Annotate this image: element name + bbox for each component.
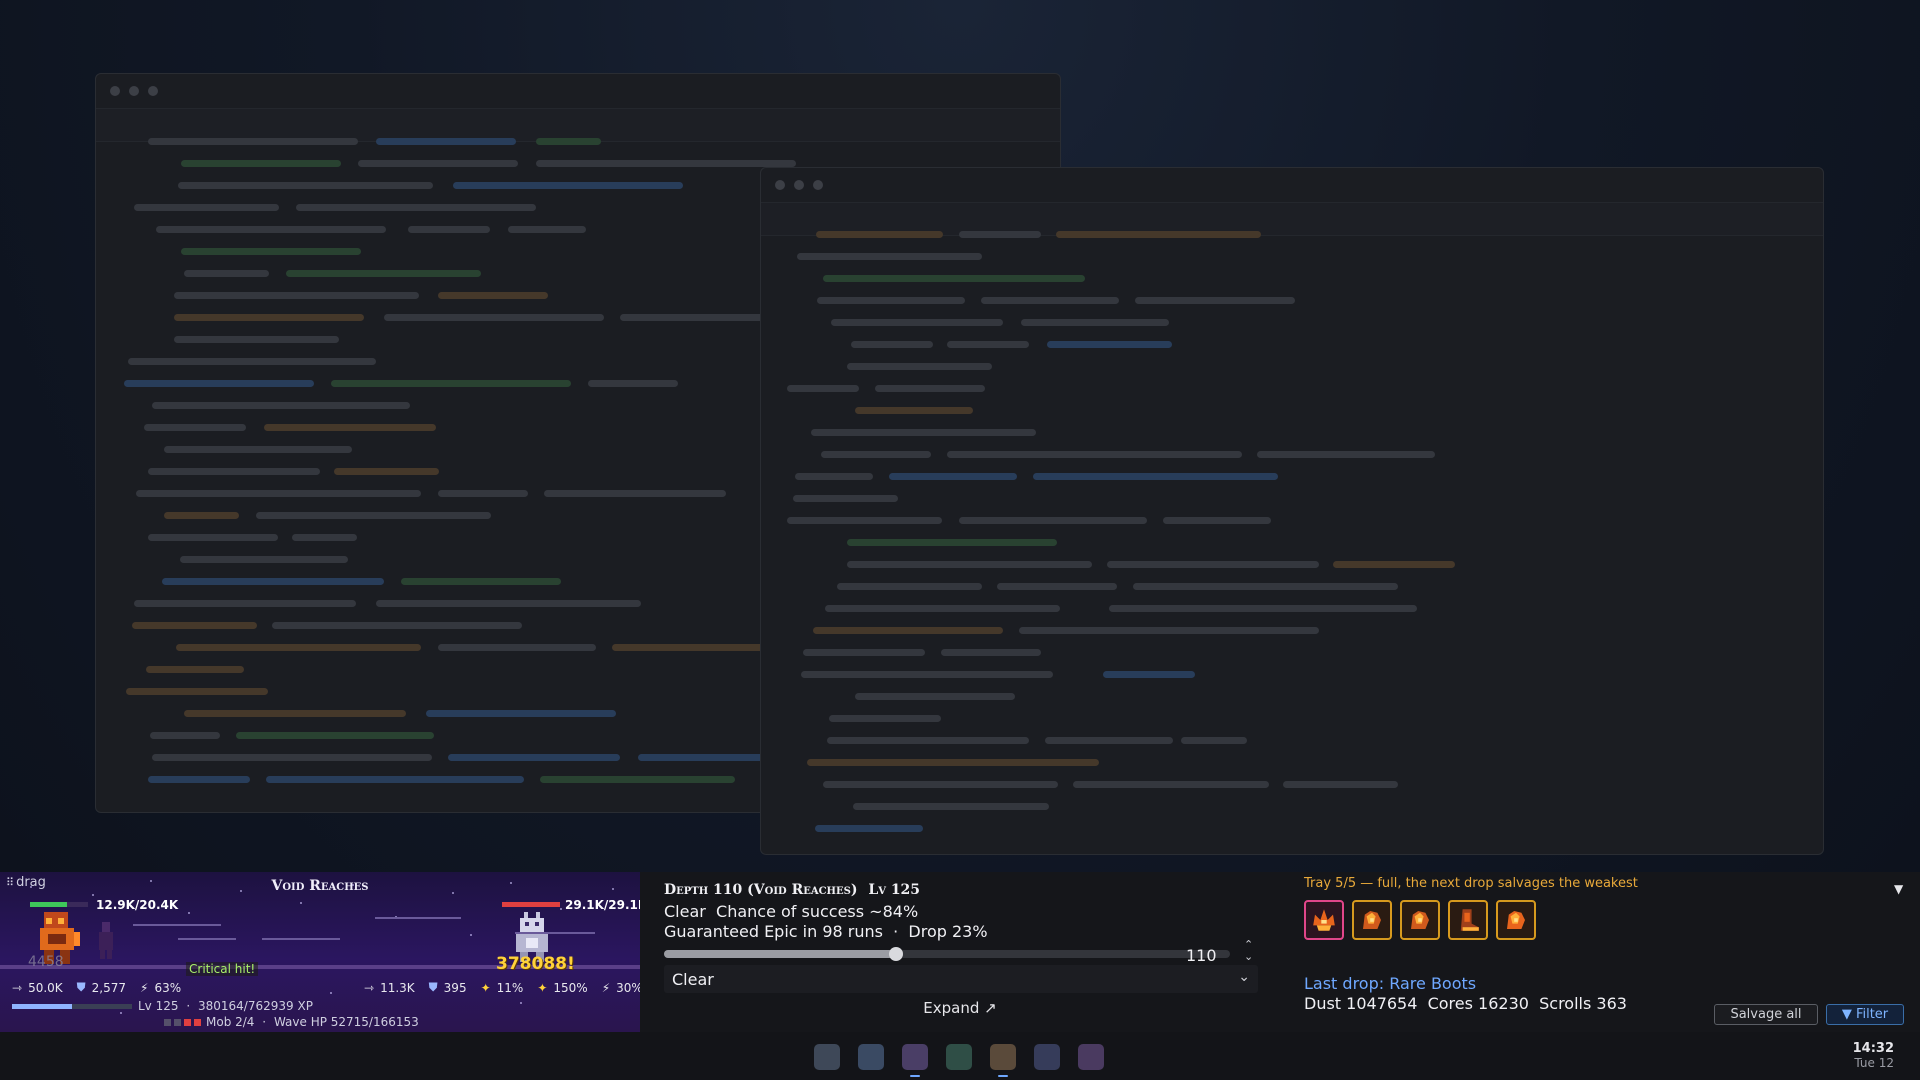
depth-slider[interactable]	[664, 947, 1230, 961]
enemy-crit: 11%	[496, 980, 524, 995]
enemy-crit-damage: 150%	[553, 980, 588, 995]
taskbar-app-4[interactable]	[946, 1044, 972, 1070]
loot-slot-epic-helmet[interactable]	[1304, 900, 1344, 940]
run-info-panel: Depth 110 (Void Reaches) Lv 125 Clear Ch…	[640, 872, 1280, 1032]
enemy-hp-bar	[502, 902, 560, 907]
attack-icon: ⇾	[364, 980, 375, 995]
drag-grip-icon: ⠿	[6, 876, 14, 889]
level-line: Lv 125 · 380164/762939 XP	[138, 999, 313, 1013]
platform	[133, 924, 221, 926]
mob-progress-pips	[164, 1019, 201, 1026]
player-speed: 63%	[154, 980, 182, 995]
taskbar-app-3[interactable]	[902, 1044, 928, 1070]
window-titlebar	[761, 168, 1823, 202]
xp-bar	[12, 1004, 132, 1009]
crit-damage-icon: ✦	[537, 980, 548, 995]
depth-header: Depth 110 (Void Reaches) Lv 125	[664, 882, 920, 898]
last-drop-label[interactable]: Last drop: Rare Boots	[1304, 974, 1476, 993]
drag-handle[interactable]: ⠿ drag	[6, 875, 46, 890]
drop-info-line: Guaranteed Epic in 98 runs · Drop 23%	[664, 922, 988, 941]
mode-select[interactable]: Clear ⌄	[664, 965, 1258, 993]
tray-status: Tray 5/5 — full, the next drop salvages …	[1304, 876, 1638, 891]
enemy-defense: 395	[443, 980, 467, 995]
taskbar: 14:32 Tue 12	[0, 1032, 1920, 1080]
enemy-speed: 30%	[616, 980, 640, 995]
damage-number: 378088!	[496, 954, 575, 974]
filter-button[interactable]: ▼ Filter	[1826, 1004, 1904, 1025]
shadow-figure-sprite	[99, 922, 113, 959]
taskbar-app-2[interactable]	[858, 1044, 884, 1070]
stepper-down-icon[interactable]: ⌄	[1244, 950, 1253, 963]
enemy-hp-text: 29.1K/29.1K	[565, 898, 640, 912]
depth-slider-thumb[interactable]	[889, 947, 904, 961]
salvage-all-button[interactable]: Salvage all	[1714, 1004, 1818, 1025]
crit-chance-icon: ✦	[480, 980, 491, 995]
shield-icon: ⛊	[428, 980, 438, 994]
player-attack: 50.0K	[28, 980, 63, 995]
taskbar-app-5[interactable]	[990, 1044, 1016, 1070]
loot-slot-gauntlet[interactable]	[1352, 900, 1392, 940]
player-xp: 380164/762939 XP	[198, 999, 313, 1013]
shield-icon: ⛊	[76, 980, 86, 994]
expand-button[interactable]: Expand ↗	[640, 999, 1280, 1017]
separator: ·	[262, 1015, 267, 1029]
platform	[375, 917, 461, 919]
window-titlebar	[96, 74, 1060, 108]
enemy-attack: 11.3K	[380, 980, 415, 995]
taskbar-app-7[interactable]	[1078, 1044, 1104, 1070]
zone-title: Void Reaches	[271, 878, 369, 894]
loot-slot-gauntlet[interactable]	[1496, 900, 1536, 940]
taskbar-app-1[interactable]	[814, 1044, 840, 1070]
loot-panel: Tray 5/5 — full, the next drop salvages …	[1280, 872, 1920, 1032]
depth-title: Depth 110 (Void Reaches)	[664, 882, 858, 898]
mob-pip-pending	[164, 1019, 171, 1026]
enemy-stats: ⇾ 11.3K ⛊ 395 ✦ 11% ✦ 150% ⚡ 30%	[364, 980, 640, 995]
mob-pip-done	[184, 1019, 191, 1026]
active-app-indicator	[910, 1075, 920, 1077]
depth-slider-fill	[664, 950, 897, 958]
clock-time: 14:32	[1852, 1041, 1894, 1056]
success-chance-line: Clear Chance of success ~84%	[664, 902, 919, 921]
attack-icon: ⇾	[12, 980, 23, 995]
gauntlet-item-icon	[1363, 911, 1381, 929]
background-editor-window-2	[760, 167, 1824, 855]
separator: ·	[186, 999, 191, 1013]
player-stats: ⇾ 50.0K ⛊ 2,577 ⚡ 63%	[12, 980, 181, 995]
boot-item-icon	[1460, 909, 1479, 931]
speed-icon: ⚡	[140, 980, 149, 995]
active-app-indicator	[998, 1075, 1008, 1077]
depth-number-input[interactable]: 110 ⌃ ⌄	[1170, 938, 1260, 966]
helmet-item-icon	[1313, 909, 1335, 931]
gauntlet-item-icon	[1507, 911, 1525, 929]
faded-damage-number: 4458	[28, 954, 64, 970]
collapse-icon[interactable]: ▼	[1894, 882, 1903, 896]
player-level: Lv 125	[138, 999, 179, 1013]
gauntlet-item-icon	[1411, 911, 1429, 929]
mob-pip-pending	[174, 1019, 181, 1026]
player-defense: 2,577	[91, 980, 127, 995]
wave-line: Mob 2/4 · Wave HP 52715/166153	[206, 1015, 419, 1029]
clock-date: Tue 12	[1854, 1056, 1894, 1070]
speed-icon: ⚡	[601, 980, 611, 995]
drag-label: drag	[16, 875, 46, 890]
player-hp-text: 12.9K/20.4K	[96, 898, 179, 912]
loot-slot-boot[interactable]	[1448, 900, 1488, 940]
mob-count: Mob 2/4	[206, 1015, 255, 1029]
chevron-down-icon: ⌄	[1238, 969, 1250, 985]
platform	[178, 938, 236, 940]
critical-hit-label: Critical hit!	[186, 962, 259, 976]
currency-totals: Dust 1047654 Cores 16230 Scrolls 363	[1304, 994, 1627, 1013]
platform	[262, 938, 340, 940]
idle-game-widget[interactable]: ⠿ drag Void Reaches 12.9K/20.4K 4458 Cri…	[0, 872, 640, 1032]
mob-pip-done	[194, 1019, 201, 1026]
taskbar-app-6[interactable]	[1034, 1044, 1060, 1070]
depth-value: 110	[1186, 946, 1217, 965]
player-hp-bar	[30, 902, 88, 907]
loot-slot-gauntlet[interactable]	[1400, 900, 1440, 940]
window-toolbar	[96, 108, 1060, 142]
depth-level: Lv 125	[868, 882, 921, 898]
wave-hp: Wave HP 52715/166153	[273, 1015, 419, 1029]
clock[interactable]: 14:32 Tue 12	[1853, 1041, 1894, 1070]
mode-select-value: Clear	[672, 970, 714, 989]
